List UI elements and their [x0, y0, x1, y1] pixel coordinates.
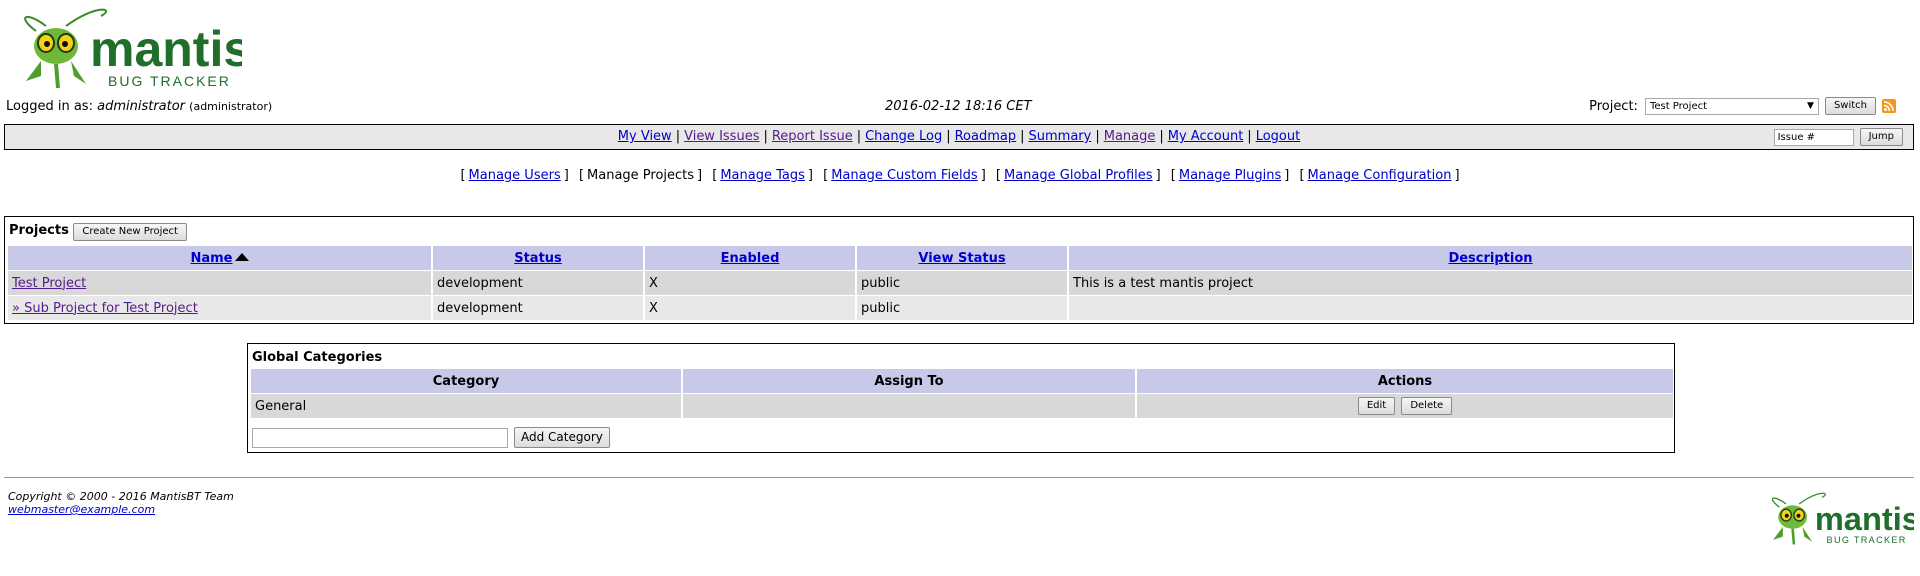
- logged-in-label: Logged in as:: [6, 99, 93, 114]
- footer-logo-wordmark: mantis: [1815, 500, 1914, 537]
- sort-view-status-link[interactable]: View Status: [918, 251, 1005, 266]
- projects-title: Projects: [9, 223, 69, 238]
- menu-roadmap[interactable]: Roadmap: [955, 129, 1017, 144]
- mantis-logo[interactable]: mantis BUG TRACKER: [6, 6, 251, 92]
- user-role: (administrator): [189, 100, 273, 113]
- project-view-status: public: [857, 270, 1067, 295]
- switch-button[interactable]: Switch: [1824, 97, 1876, 115]
- project-description: [1069, 295, 1912, 320]
- submenu-manage-global-profiles[interactable]: Manage Global Profiles: [1004, 168, 1153, 183]
- menu-my-account[interactable]: My Account: [1168, 129, 1244, 144]
- sort-enabled-link[interactable]: Enabled: [721, 251, 780, 266]
- logo-tagline: BUG TRACKER: [108, 73, 231, 89]
- project-enabled: X: [645, 295, 855, 320]
- col-actions: Actions: [1137, 369, 1673, 393]
- project-status: development: [433, 295, 643, 320]
- manage-sub-menu: [Manage Users] [Manage Projects] [Manage…: [460, 168, 1460, 183]
- logo-wordmark: mantis: [90, 21, 242, 77]
- footer-logo-tagline: BUG TRACKER: [1827, 535, 1907, 545]
- main-menu-links: My View | View Issues | Report Issue | Change …: [617, 129, 1301, 144]
- project-link[interactable]: Test Project: [12, 276, 86, 291]
- delete-category-button[interactable]: Delete: [1401, 397, 1453, 415]
- issue-number-input[interactable]: Issue #: [1773, 128, 1854, 146]
- table-row: General Edit Delete: [251, 393, 1673, 418]
- project-enabled: X: [645, 270, 855, 295]
- sort-ascending-icon: [234, 252, 249, 261]
- add-category-button[interactable]: Add Category: [514, 427, 610, 448]
- col-category: Category: [251, 369, 681, 393]
- footer-divider: [4, 477, 1914, 478]
- menu-summary[interactable]: Summary: [1029, 129, 1092, 144]
- menu-manage[interactable]: Manage: [1104, 129, 1156, 144]
- col-description[interactable]: Description: [1069, 246, 1912, 270]
- sort-status-link[interactable]: Status: [514, 251, 562, 266]
- project-link[interactable]: » Sub Project for Test Project: [12, 301, 198, 316]
- global-categories-title: Global Categories: [252, 350, 383, 365]
- sort-description-link[interactable]: Description: [1448, 251, 1532, 266]
- table-row: Test Project development X public This i…: [8, 270, 1912, 295]
- project-selector: Project: Test Project ▼ Switch: [1589, 97, 1896, 115]
- submenu-manage-users[interactable]: Manage Users: [469, 168, 561, 183]
- category-name-input[interactable]: [252, 427, 508, 448]
- submenu-manage-custom-fields[interactable]: Manage Custom Fields: [831, 168, 978, 183]
- main-menu: My View | View Issues | Report Issue | Change …: [4, 124, 1914, 150]
- menu-logout[interactable]: Logout: [1256, 129, 1301, 144]
- login-info: Logged in as: administrator (administrat…: [6, 99, 272, 114]
- chevron-down-icon: ▼: [1807, 100, 1814, 111]
- col-name[interactable]: Name: [8, 246, 431, 270]
- categories-table: Category Assign To Actions General Edit …: [249, 369, 1675, 418]
- project-select-value: Test Project: [1649, 100, 1708, 112]
- issue-jump: Issue # Jump: [1773, 128, 1903, 146]
- project-description: This is a test mantis project: [1069, 270, 1912, 295]
- table-row: » Sub Project for Test Project developme…: [8, 295, 1912, 320]
- category-actions: Edit Delete: [1137, 393, 1673, 418]
- menu-report-issue[interactable]: Report Issue: [772, 129, 853, 144]
- project-label: Project:: [1589, 98, 1638, 114]
- category-name: General: [251, 393, 681, 418]
- submenu-manage-plugins[interactable]: Manage Plugins: [1179, 168, 1281, 183]
- sort-name-link[interactable]: Name: [190, 251, 232, 266]
- project-select[interactable]: Test Project ▼: [1644, 97, 1819, 115]
- edit-category-button[interactable]: Edit: [1357, 397, 1396, 415]
- rss-icon[interactable]: [1882, 99, 1896, 113]
- jump-button[interactable]: Jump: [1859, 128, 1903, 146]
- current-datetime: 2016-02-12 18:16 CET: [885, 99, 1032, 114]
- project-status: development: [433, 270, 643, 295]
- projects-title-row: Projects Create New Project: [9, 223, 187, 241]
- col-assign-to: Assign To: [683, 369, 1135, 393]
- col-enabled[interactable]: Enabled: [645, 246, 855, 270]
- submenu-manage-projects: Manage Projects: [587, 168, 695, 183]
- create-project-button[interactable]: Create New Project: [73, 223, 187, 241]
- menu-view-issues[interactable]: View Issues: [684, 129, 759, 144]
- col-view-status[interactable]: View Status: [857, 246, 1067, 270]
- copyright-text: Copyright © 2000 - 2016 MantisBT Team: [8, 490, 234, 503]
- submenu-manage-tags[interactable]: Manage Tags: [720, 168, 805, 183]
- global-categories-panel: Global Categories Category Assign To Act…: [247, 343, 1675, 453]
- projects-table: Name Status Enabled View Status Descript…: [6, 246, 1914, 320]
- submenu-manage-configuration[interactable]: Manage Configuration: [1308, 168, 1452, 183]
- col-status[interactable]: Status: [433, 246, 643, 270]
- username: administrator: [97, 99, 186, 114]
- category-assign-to: [683, 393, 1135, 418]
- menu-change-log[interactable]: Change Log: [865, 129, 942, 144]
- projects-panel: Projects Create New Project Name Status …: [4, 216, 1914, 324]
- add-category-row: Add Category: [252, 427, 610, 448]
- table-header-row: Category Assign To Actions: [251, 369, 1673, 393]
- mantis-logo-footer[interactable]: mantis BUG TRACKER: [1760, 490, 1920, 548]
- webmaster-email-link[interactable]: webmaster@example.com: [8, 503, 155, 516]
- menu-my-view[interactable]: My View: [618, 129, 672, 144]
- table-header-row: Name Status Enabled View Status Descript…: [8, 246, 1912, 270]
- project-view-status: public: [857, 295, 1067, 320]
